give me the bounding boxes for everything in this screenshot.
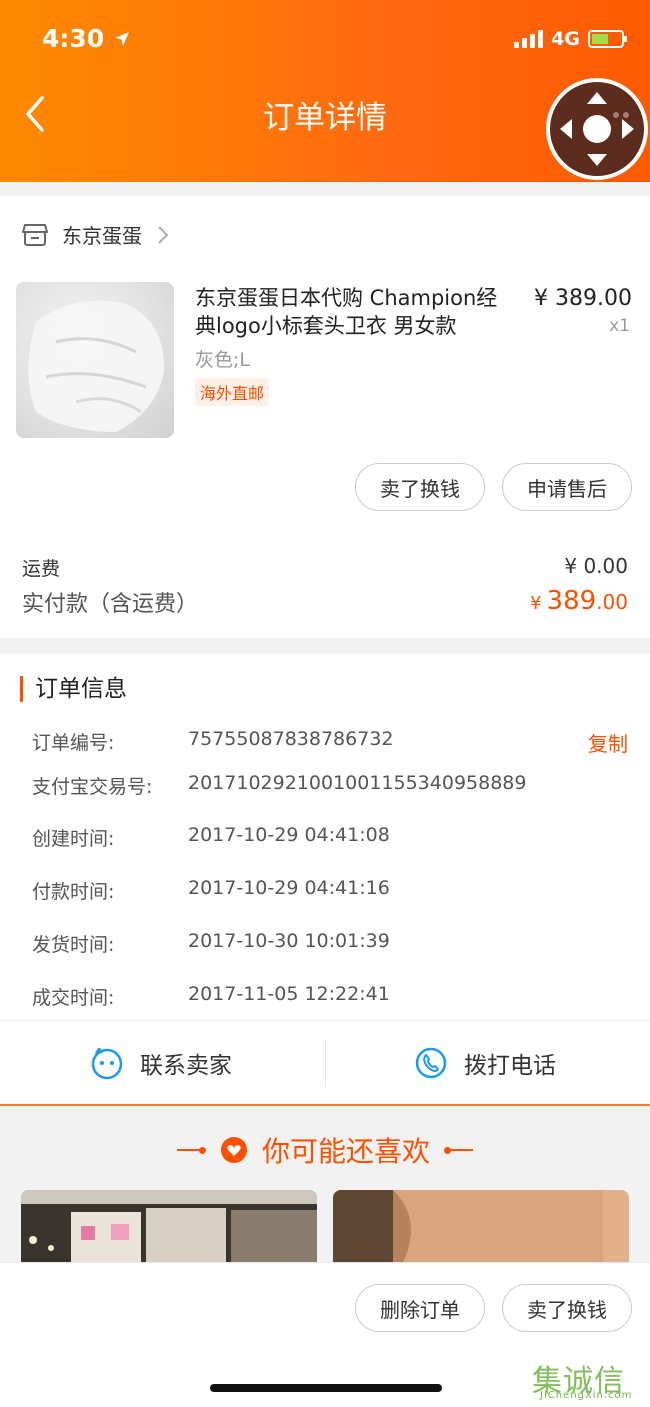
info-value: 2017-10-29 04:41:08 — [188, 824, 390, 846]
paid-amount: ¥ 389.00 — [530, 586, 628, 616]
info-row-shipped: 发货时间: 2017-10-30 10:01:39 — [32, 930, 390, 957]
shipping-label: 运费 — [22, 558, 61, 580]
location-arrow-icon — [114, 32, 129, 46]
info-label: 支付宝交易号: — [32, 776, 153, 798]
info-value: 2017-10-30 10:01:39 — [188, 930, 390, 952]
delete-order-button[interactable]: 删除订单 — [355, 1284, 485, 1332]
watermark-logo: 集诚信 JiChengXin.com — [532, 1356, 648, 1404]
phone-icon — [415, 1047, 447, 1079]
sell-item-bottom-button[interactable]: 卖了换钱 — [502, 1284, 632, 1332]
shipping-value: ¥ 0.00 — [564, 554, 628, 578]
store-icon — [22, 223, 48, 246]
chat-face-icon — [91, 1047, 123, 1080]
shop-name: 东京蛋蛋 — [62, 224, 142, 248]
info-row-alipay-number: 支付宝交易号: 2017102921001001155340958889 — [32, 772, 526, 799]
call-phone-button[interactable]: 拨打电话 — [414, 1021, 556, 1105]
contact-seller-label: 联系卖家 — [140, 1053, 232, 1079]
battery-icon — [588, 30, 627, 48]
info-row-order-number: 订单编号: 75755087838786732 — [32, 728, 394, 755]
info-row-created: 创建时间: 2017-10-29 04:41:08 — [32, 824, 390, 851]
paid-label: 实付款（含运费） — [22, 592, 199, 617]
info-value: 2017-11-05 12:22:41 — [188, 983, 390, 1005]
product-price: ¥ 389.00 — [534, 286, 632, 311]
recommend-title: 你可能还喜欢 — [261, 1135, 430, 1168]
product-quantity: x1 — [609, 316, 630, 336]
heart-icon — [220, 1137, 247, 1163]
shop-link[interactable]: 东京蛋蛋 — [22, 220, 170, 249]
info-value: 2017102921001001155340958889 — [188, 772, 527, 794]
info-label: 创建时间: — [32, 828, 115, 850]
order-info-title: 订单信息 — [20, 676, 127, 702]
product-spec: 灰色;L — [195, 349, 250, 371]
info-row-completed: 成交时间: 2017-11-05 12:22:41 — [32, 983, 390, 1010]
status-time-text: 4:30 — [42, 24, 105, 53]
status-indicators: 4G — [514, 28, 627, 50]
chevron-right-icon — [158, 225, 169, 244]
sell-item-button[interactable]: 卖了换钱 — [355, 463, 485, 511]
status-time: 4:30 — [42, 24, 131, 53]
network-type: 4G — [551, 28, 580, 50]
call-phone-label: 拨打电话 — [464, 1053, 556, 1079]
recommend-item-image[interactable] — [333, 1190, 629, 1262]
contact-divider — [325, 1039, 326, 1087]
info-label: 发货时间: — [32, 934, 115, 956]
decor-line-right — [444, 1146, 473, 1154]
info-row-paid: 付款时间: 2017-10-29 04:41:16 — [32, 877, 390, 904]
copy-button[interactable]: 复制 — [588, 728, 628, 757]
overseas-tag: 海外直邮 — [195, 378, 270, 406]
decor-line-left — [176, 1146, 206, 1154]
paid-integer: 389 — [546, 586, 597, 616]
signal-icon — [514, 30, 544, 48]
product-image[interactable] — [16, 282, 174, 438]
info-label: 订单编号: — [32, 732, 115, 754]
floating-dpad-icon[interactable] — [546, 78, 648, 180]
watermark-url: JiChengXin.com — [540, 1390, 633, 1401]
after-sale-button[interactable]: 申请售后 — [502, 463, 632, 511]
recommend-header: 你可能还喜欢 — [0, 1130, 650, 1170]
info-value: 75755087838786732 — [188, 728, 394, 750]
paid-currency: ¥ — [530, 593, 542, 614]
home-indicator[interactable] — [210, 1384, 442, 1392]
info-label: 成交时间: — [32, 987, 115, 1009]
product-title[interactable]: 东京蛋蛋日本代购 Champion经典logo小标套头卫衣 男女款 — [195, 284, 515, 340]
contact-bar: 联系卖家 拨打电话 — [0, 1020, 650, 1106]
contact-seller-button[interactable]: 联系卖家 — [90, 1021, 232, 1105]
paid-decimal: .00 — [596, 590, 628, 614]
info-value: 2017-10-29 04:41:16 — [188, 877, 390, 899]
info-label: 付款时间: — [32, 881, 115, 903]
recommend-item-image[interactable] — [21, 1190, 317, 1262]
